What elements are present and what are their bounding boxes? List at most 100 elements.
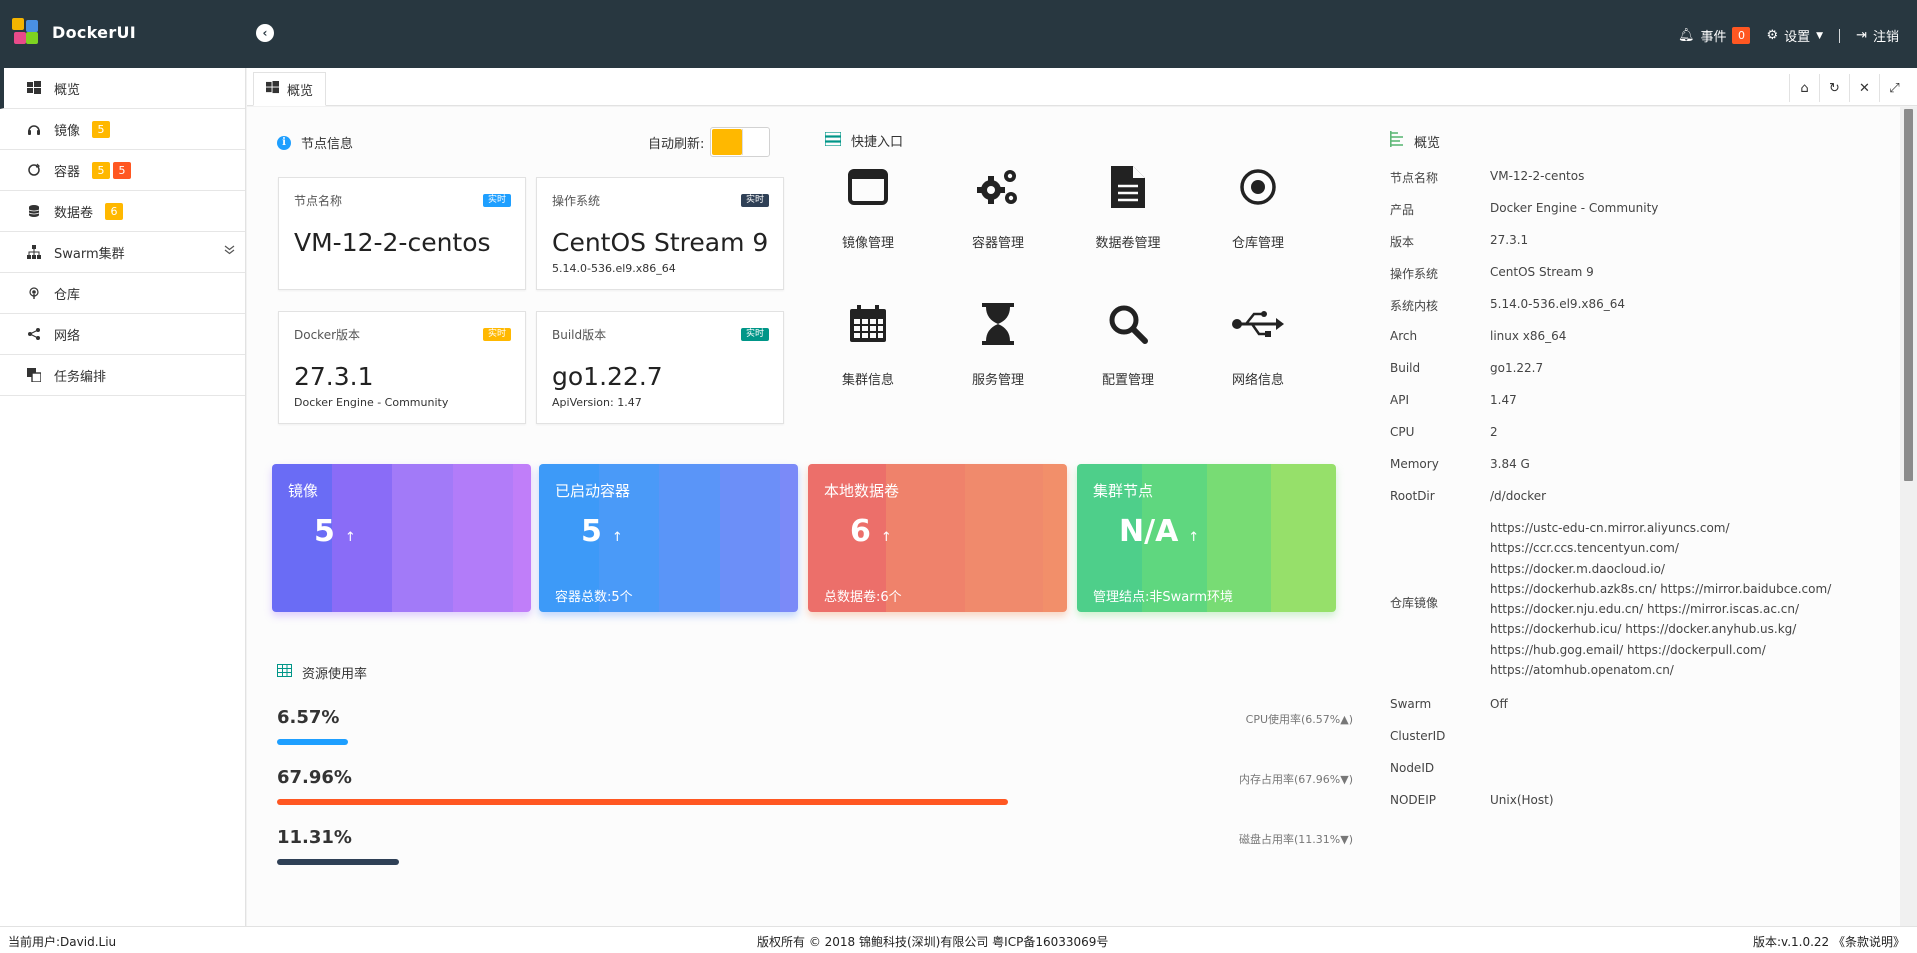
refresh-icon[interactable]: ↻ <box>1819 74 1849 102</box>
quick-item-label: 容器管理 <box>971 236 1024 251</box>
node-info-title: i 节点信息 <box>277 133 353 152</box>
sitemap-icon <box>26 244 42 260</box>
overview-title: 概览 <box>1390 131 1440 151</box>
logout-label: 注销 <box>1872 30 1899 45</box>
top-header: DockerUI ‹ 🔔︎ 事件 0 ⚙ 设置 ▼ ⇥ 注销 <box>0 0 1917 68</box>
overview-value: 27.3.1 <box>1490 233 1529 247</box>
quick-item-images[interactable]: 镜像管理 <box>803 162 933 251</box>
overview-value: Unix(Host) <box>1490 793 1554 808</box>
card-value: 27.3.1 <box>294 362 374 391</box>
usage-bar <box>277 859 399 865</box>
overview-key: 仓库镜像 <box>1390 596 1439 611</box>
overview-value: 5.14.0-536.el9.x86_64 <box>1490 297 1626 311</box>
overview-title-text: 概览 <box>1414 135 1441 151</box>
arrow-up-icon: ↑ <box>611 530 623 545</box>
quick-item-services[interactable]: 服务管理 <box>933 299 1063 388</box>
close-icon[interactable]: ✕ <box>1849 74 1879 102</box>
overview-key: Build <box>1390 361 1421 375</box>
layers-icon <box>26 367 42 383</box>
version-info[interactable]: 版本:v.1.0.22 《条款说明》 <box>1753 933 1905 950</box>
broadcast-icon <box>26 285 42 301</box>
quick-item-registry[interactable]: 仓库管理 <box>1193 162 1323 251</box>
images-count-badge: 5 <box>92 120 111 138</box>
arrow-up-icon: ↑ <box>344 530 356 545</box>
main-scrollbar[interactable] <box>1900 107 1917 926</box>
stat-value: N/A ↑ <box>1119 514 1200 549</box>
overview-key: RootDir <box>1390 489 1435 503</box>
resource-usage-title: 资源使用率 <box>277 663 367 682</box>
sidebar-item-images[interactable]: 镜像 5 <box>0 109 245 150</box>
sidebar-item-label: 任务编排 <box>54 369 107 385</box>
sidebar-item-swarm[interactable]: Swarm集群 <box>0 232 245 273</box>
card-label: Docker版本 <box>294 328 361 342</box>
overview-value: Docker Engine - Community <box>1490 201 1659 215</box>
usage-label: CPU使用率(6.57%▲) <box>1245 713 1353 726</box>
windows-icon <box>26 80 42 96</box>
main-content: i 节点信息 自动刷新: 节点名称 实时 VM-12-2-centos 操作系统… <box>247 107 1900 926</box>
card-value: go1.22.7 <box>552 362 663 391</box>
quick-item-label: 配置管理 <box>1101 373 1154 388</box>
collapse-sidebar-icon[interactable]: ‹ <box>256 24 274 42</box>
sidebar-item-network[interactable]: 网络 <box>0 314 245 355</box>
overview-row: Swarm Off <box>1390 697 1508 711</box>
overview-key: NodeID <box>1390 761 1435 776</box>
logout-button[interactable]: ⇥ 注销 <box>1856 26 1899 45</box>
quick-item-containers[interactable]: 容器管理 <box>933 162 1063 251</box>
stat-title: 集群节点 <box>1093 482 1154 500</box>
sidebar-item-volumes[interactable]: 数据卷 6 <box>0 191 245 232</box>
brand[interactable]: DockerUI <box>12 18 136 46</box>
quick-item-network[interactable]: 网络信息 <box>1193 299 1323 388</box>
usage-label: 内存占用率(67.96%▼) <box>1239 773 1353 786</box>
server-icon <box>824 130 842 150</box>
scrollbar-thumb[interactable] <box>1904 109 1913 481</box>
stat-card-cluster[interactable]: 集群节点 N/A ↑ 管理结点:非Swarm环境 <box>1077 464 1336 612</box>
stat-card-containers[interactable]: 已启动容器 5 ↑ 容器总数:5个 <box>539 464 798 612</box>
stat-value: 5 ↑ <box>314 514 356 549</box>
overview-row: NodeID <box>1390 761 1490 775</box>
stat-foot: 总数据卷:6个 <box>824 590 902 605</box>
chevron-down-icon[interactable] <box>224 244 235 258</box>
logo-icon <box>12 18 40 46</box>
disk-usage-row: 11.31% 磁盘占用率(11.31%▼) <box>277 827 1353 865</box>
volumes-count-badge: 6 <box>105 202 124 220</box>
settings-button[interactable]: ⚙ 设置 ▼ <box>1766 26 1823 45</box>
realtime-tag: 实时 <box>740 328 769 341</box>
overview-key: Arch <box>1390 329 1418 343</box>
sidebar-item-label: 概览 <box>54 82 81 98</box>
quick-item-config[interactable]: 配置管理 <box>1063 299 1193 388</box>
stat-title: 本地数据卷 <box>824 482 900 500</box>
overview-key: ClusterID <box>1390 729 1446 744</box>
overview-key: 产品 <box>1390 203 1415 217</box>
overview-row: Memory 3.84 G <box>1390 457 1530 471</box>
sidebar-item-containers[interactable]: 容器 5 5 <box>0 150 245 191</box>
overview-value: 2 <box>1490 425 1498 439</box>
sidebar-item-label: 数据卷 <box>54 205 94 221</box>
sidebar-item-label: 仓库 <box>54 287 81 303</box>
stat-card-images[interactable]: 镜像 5 ↑ <box>272 464 531 612</box>
registry-mirror-url: https://docker.m.daocloud.io/ <box>1490 561 1665 576</box>
document-icon <box>1063 162 1193 212</box>
stat-foot: 容器总数:5个 <box>555 590 633 605</box>
caret-down-icon: ▼ <box>1816 30 1824 41</box>
table-icon <box>277 664 292 681</box>
calendar-icon <box>803 299 933 349</box>
quick-item-cluster[interactable]: 集群信息 <box>803 299 933 388</box>
sidebar-item-registry[interactable]: 仓库 <box>0 273 245 314</box>
header-separator <box>1839 28 1841 43</box>
resource-usage-title-text: 资源使用率 <box>302 667 368 682</box>
arrow-up-icon: ↑ <box>1188 530 1200 545</box>
sidebar-item-orchestration[interactable]: 任务编排 <box>0 355 245 396</box>
auto-refresh-label: 自动刷新: <box>648 136 705 152</box>
sidebar-item-overview[interactable]: 概览 <box>0 68 245 109</box>
auto-refresh-toggle[interactable] <box>710 127 771 157</box>
card-sub: ApiVersion: 1.47 <box>552 396 642 409</box>
card-value: VM-12-2-centos <box>294 228 491 257</box>
quick-item-volumes[interactable]: 数据卷管理 <box>1063 162 1193 251</box>
events-button[interactable]: 🔔︎ 事件 0 <box>1678 26 1751 45</box>
gears-icon <box>933 162 1063 212</box>
card-sub: Docker Engine - Community <box>294 396 449 409</box>
fullscreen-icon[interactable]: ⤢ <box>1879 74 1909 102</box>
home-icon[interactable]: ⌂ <box>1789 74 1819 102</box>
tab-overview[interactable]: 概览 <box>253 72 327 106</box>
stat-card-volumes[interactable]: 本地数据卷 6 ↑ 总数据卷:6个 <box>808 464 1067 612</box>
